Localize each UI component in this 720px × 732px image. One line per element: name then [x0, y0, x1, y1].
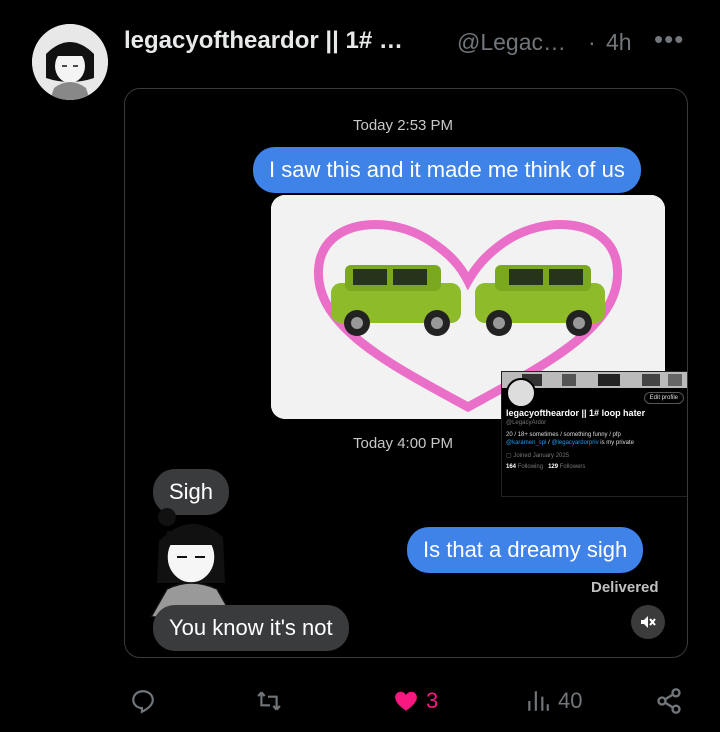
views-icon [528, 691, 549, 711]
like-count: 3 [426, 688, 439, 713]
author-display-name[interactable]: legacyoftheardor || 1# … [124, 27, 403, 55]
profile-name: legacyoftheardor || 1# loop hater [506, 408, 646, 418]
share-icon [657, 688, 681, 714]
character-sticker [137, 507, 247, 618]
delivery-status: Delivered [591, 579, 659, 596]
profile-link-karamen: @karamen_spl [506, 440, 547, 446]
followers-label: Followers [559, 464, 586, 470]
following-count: 164 [506, 464, 517, 470]
profile-screenshot: Edit profile legacyoftheardor || 1# loop… [501, 371, 687, 497]
reply-button[interactable] [130, 680, 156, 722]
profile-handle: @LegacyArdor [506, 420, 547, 426]
chat-timestamp: Today 2:53 PM [353, 117, 454, 134]
heart-icon [395, 691, 417, 711]
views-button[interactable]: 40 [524, 680, 582, 722]
chat-timestamp: Today 4:00 PM [353, 435, 454, 452]
profile-bio-suffix: is my private [598, 440, 634, 446]
chat-bubble-sent: Is that a dreamy sigh [407, 527, 644, 573]
calendar-icon: ▢ [506, 453, 512, 459]
following-label: Following [517, 464, 544, 470]
post-media[interactable]: Today 2:53 PM I saw this and it made me … [124, 88, 688, 658]
author-handle[interactable]: @Legac… [457, 29, 566, 56]
post-time[interactable]: 4h [606, 29, 632, 56]
more-icon[interactable]: ••• [654, 24, 684, 55]
chat-bubble-received: You know it's not [153, 605, 349, 651]
profile-bio-line-2: @karamen_spl / @legacyardorpriv is my pr… [506, 440, 634, 446]
separator-dot: · [588, 29, 596, 55]
reply-icon [132, 690, 154, 714]
followers-count: 129 [548, 464, 559, 470]
view-count: 40 [558, 688, 583, 713]
profile-joined: ▢ Joined January 2025 [506, 452, 569, 459]
chat-bubble-sent: I saw this and it made me think of us [253, 147, 641, 193]
profile-stats: 164 Following 129 Followers [506, 464, 585, 470]
profile-avatar [506, 378, 536, 408]
edit-profile-button: Edit profile [643, 392, 684, 404]
share-button[interactable] [654, 680, 684, 722]
profile-bio-line-1: 20 / 18+ sometimes / something funny / p… [506, 432, 621, 438]
mute-icon[interactable] [631, 605, 665, 639]
retweet-button[interactable] [255, 680, 283, 722]
post-actions: 3 40 [0, 680, 720, 722]
author-avatar[interactable] [32, 24, 108, 100]
like-button[interactable]: 3 [392, 680, 438, 722]
profile-joined-text: Joined January 2025 [513, 453, 570, 459]
profile-link-private: @legacyardorpriv [551, 440, 599, 446]
retweet-icon [257, 691, 281, 711]
